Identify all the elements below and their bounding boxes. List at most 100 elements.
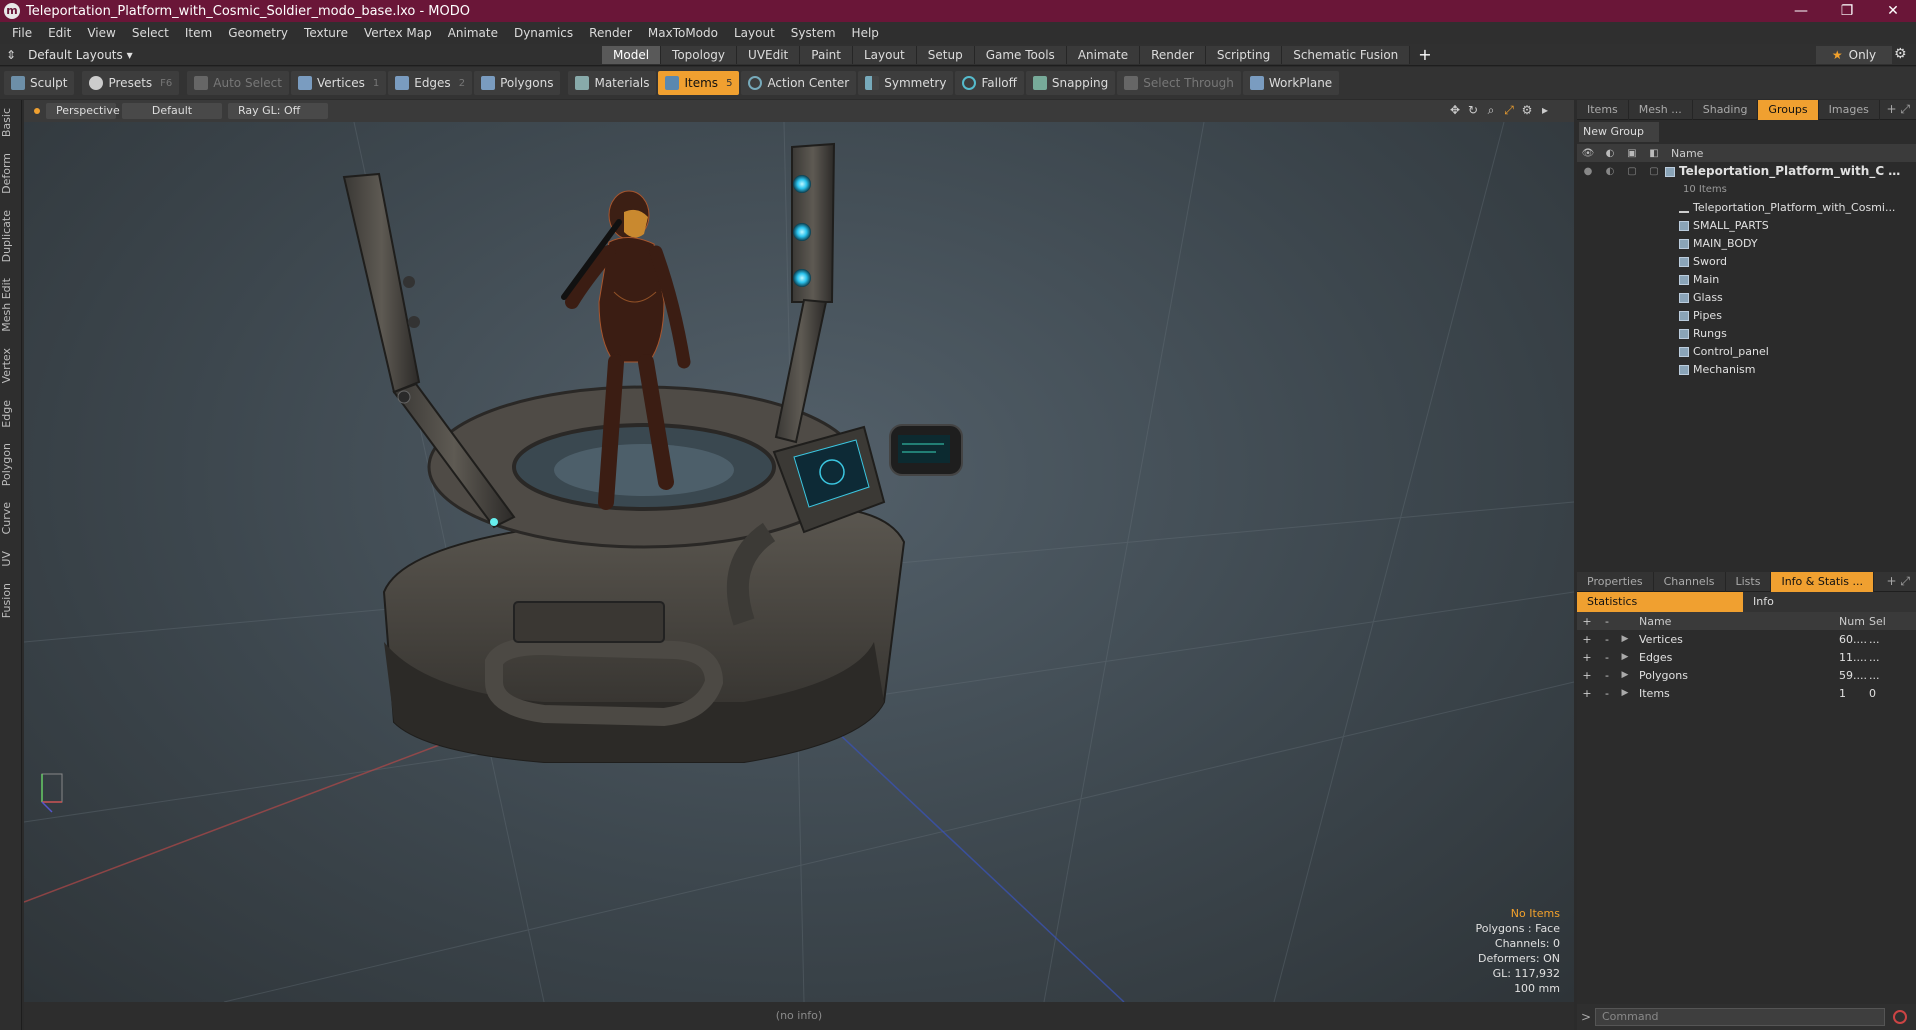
table-row[interactable]: + - ▶ Items 1 0 (1577, 684, 1916, 702)
vtab-curve[interactable]: Curve (0, 494, 22, 542)
close-button[interactable]: ✕ (1870, 0, 1916, 22)
visibility-column-icon[interactable]: 👁 (1577, 148, 1599, 159)
command-input[interactable]: Command (1595, 1008, 1885, 1026)
list-item[interactable]: Teleportation_Platform_with_Cosmi... (1577, 198, 1916, 216)
tab-uvedit[interactable]: UVEdit (737, 46, 801, 64)
layout-menu-icon[interactable]: ⇕ (6, 48, 16, 62)
shading-dropdown[interactable]: Default (122, 103, 222, 119)
menu-item[interactable]: Item (177, 22, 220, 44)
list-item[interactable]: Sword (1577, 252, 1916, 270)
menu-edit[interactable]: Edit (40, 22, 79, 44)
tab-game-tools[interactable]: Game Tools (974, 46, 1067, 64)
tab-channels[interactable]: Channels (1654, 571, 1726, 592)
name-column-header[interactable]: Name (1671, 147, 1703, 160)
tab-scripting[interactable]: Scripting (1205, 46, 1283, 64)
list-item[interactable]: MAIN_BODY (1577, 234, 1916, 252)
render-icon[interactable]: ◐ (1599, 166, 1621, 177)
tab-info-statistics[interactable]: Info & Statis ... (1771, 571, 1874, 592)
menu-file[interactable]: File (4, 22, 40, 44)
add-tab-icon[interactable]: + (1418, 46, 1431, 64)
tab-lists[interactable]: Lists (1726, 571, 1772, 592)
polygons-button[interactable]: Polygons (474, 71, 561, 95)
add-icon[interactable]: + (1577, 687, 1597, 700)
select-through-button[interactable]: Select Through (1117, 71, 1241, 95)
add-icon[interactable]: + (1577, 651, 1597, 664)
add-icon[interactable]: + (1577, 669, 1597, 682)
remove-icon[interactable]: - (1597, 633, 1617, 646)
tab-topology[interactable]: Topology (661, 46, 738, 64)
materials-button[interactable]: Materials (568, 71, 657, 95)
record-macro-icon[interactable] (1893, 1010, 1907, 1024)
lock-icon[interactable]: ▢ (1621, 166, 1643, 177)
vtab-uv[interactable]: UV (0, 543, 22, 575)
viewport-settings-icon[interactable]: ⚙ (1518, 103, 1536, 118)
expand-icon[interactable]: ▶ (1617, 670, 1633, 680)
list-item[interactable]: Control_panel (1577, 342, 1916, 360)
tab-model[interactable]: Model (602, 46, 662, 64)
tab-shading[interactable]: Shading (1693, 99, 1759, 120)
vtab-edge[interactable]: Edge (0, 392, 22, 436)
falloff-button[interactable]: Falloff (955, 71, 1024, 95)
expand-icon[interactable]: ▶ (1617, 634, 1633, 644)
remove-icon[interactable]: - (1597, 687, 1617, 700)
panel-add-icon[interactable]: + ⤢ (1881, 102, 1916, 117)
action-center-button[interactable]: Action Center (741, 71, 857, 95)
menu-layout[interactable]: Layout (726, 22, 783, 44)
table-row[interactable]: + - ▶ Polygons 59....... (1577, 666, 1916, 684)
auto-select-button[interactable]: Auto Select (187, 71, 289, 95)
vertices-button[interactable]: Vertices 1 (290, 71, 387, 95)
menu-dynamics[interactable]: Dynamics (506, 22, 581, 44)
zoom-view-icon[interactable]: ⌕ (1482, 103, 1500, 118)
list-item[interactable]: Main (1577, 270, 1916, 288)
move-view-icon[interactable]: ✥ (1446, 103, 1464, 118)
rotate-view-icon[interactable]: ↻ (1464, 103, 1482, 118)
tab-items[interactable]: Items (1577, 99, 1629, 120)
tab-layout[interactable]: Layout (852, 46, 917, 64)
tab-paint[interactable]: Paint (800, 46, 853, 64)
checkbox-icon[interactable]: ▢ (1643, 166, 1665, 177)
tab-render[interactable]: Render (1140, 46, 1206, 64)
new-group-button[interactable]: New Group (1579, 122, 1659, 142)
menu-select[interactable]: Select (124, 22, 177, 44)
expand-icon[interactable]: ▶ (1617, 652, 1633, 662)
workplane-button[interactable]: WorkPlane (1242, 71, 1340, 95)
maximize-button[interactable]: ❐ (1824, 0, 1870, 22)
list-item[interactable]: Pipes (1577, 306, 1916, 324)
select-column-icon[interactable]: ◧ (1643, 148, 1665, 159)
presets-button[interactable]: Presets F6 (82, 71, 180, 95)
list-item[interactable]: Mechanism (1577, 360, 1916, 378)
default-layouts-dropdown[interactable]: Default Layouts ▾ (28, 48, 133, 62)
list-item[interactable]: Rungs (1577, 324, 1916, 342)
tab-mesh[interactable]: Mesh ... (1629, 99, 1693, 120)
eye-icon[interactable]: ● (1577, 166, 1599, 177)
snapping-button[interactable]: Snapping (1025, 71, 1116, 95)
3d-viewport[interactable]: No Items Polygons : Face Channels: 0 Def… (24, 122, 1574, 1002)
tab-properties[interactable]: Properties (1577, 571, 1654, 592)
menu-render[interactable]: Render (581, 22, 640, 44)
symmetry-button[interactable]: Symmetry (858, 71, 954, 95)
edges-button[interactable]: Edges 2 (388, 71, 473, 95)
add-icon[interactable]: + (1577, 633, 1597, 646)
lock-column-icon[interactable]: ▣ (1621, 148, 1643, 159)
tab-groups[interactable]: Groups (1758, 99, 1819, 120)
list-item[interactable]: SMALL_PARTS (1577, 216, 1916, 234)
fit-view-icon[interactable]: ⤢ (1500, 103, 1518, 118)
vtab-polygon[interactable]: Polygon (0, 435, 22, 494)
tab-setup[interactable]: Setup (916, 46, 975, 64)
list-item[interactable]: Glass (1577, 288, 1916, 306)
menu-geometry[interactable]: Geometry (220, 22, 296, 44)
tab-images[interactable]: Images (1819, 99, 1880, 120)
remove-icon[interactable]: - (1597, 651, 1617, 664)
stats-sel-header[interactable]: Sel (1869, 615, 1899, 628)
menu-view[interactable]: View (79, 22, 123, 44)
only-toggle[interactable]: ★ Only (1816, 46, 1892, 64)
subtab-info[interactable]: Info (1743, 592, 1784, 612)
tab-animate[interactable]: Animate (1066, 46, 1141, 64)
vtab-vertex[interactable]: Vertex (0, 340, 22, 391)
render-column-icon[interactable]: ◐ (1599, 148, 1621, 159)
table-row[interactable]: + - ▶ Edges 11....... (1577, 648, 1916, 666)
view-mode-dropdown[interactable]: Perspective (46, 103, 120, 119)
menu-system[interactable]: System (783, 22, 844, 44)
menu-texture[interactable]: Texture (296, 22, 356, 44)
subtab-statistics[interactable]: Statistics (1577, 592, 1743, 612)
